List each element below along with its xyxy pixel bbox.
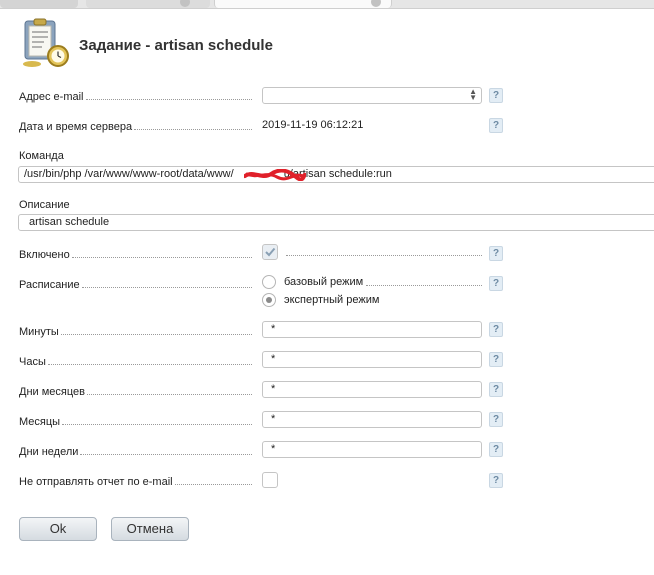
help-icon[interactable]: ? [489, 276, 503, 291]
tab-close-icon[interactable] [371, 0, 381, 7]
help-icon[interactable]: ? [489, 322, 503, 337]
spinner-arrows-icon[interactable]: ▲ ▼ [469, 88, 477, 102]
hours-input[interactable]: * [262, 351, 482, 368]
checkmark-icon [265, 247, 276, 257]
redaction-scribble [244, 169, 306, 181]
browser-tab-strip [0, 0, 654, 9]
help-icon[interactable]: ? [489, 473, 503, 488]
no-email-report-label: Не отправлять отчет по e-mail [19, 474, 252, 488]
help-icon[interactable]: ? [489, 382, 503, 397]
browser-tab[interactable] [0, 0, 78, 8]
divider [366, 285, 482, 286]
schedule-label: Расписание [19, 277, 252, 291]
command-value-start: /usr/bin/php /var/www/www-root/data/www/ [24, 168, 234, 180]
browser-tab-active[interactable] [214, 0, 392, 8]
description-input[interactable]: artisan schedule [18, 214, 654, 231]
week-days-value: * [271, 443, 276, 455]
month-days-value: * [271, 383, 276, 395]
cancel-button[interactable]: Отмена [111, 517, 189, 541]
week-days-input[interactable]: * [262, 441, 482, 458]
week-days-label: Дни недели [19, 444, 252, 458]
help-icon[interactable]: ? [489, 246, 503, 261]
schedule-expert-radio[interactable] [262, 293, 276, 307]
tab-close-icon[interactable] [180, 0, 190, 7]
minutes-value: * [271, 323, 276, 335]
email-select[interactable]: ▲ ▼ [262, 87, 482, 104]
hours-value: * [271, 353, 276, 365]
schedule-expert-label[interactable]: экспертный режим [284, 294, 379, 306]
no-email-report-checkbox[interactable] [262, 472, 278, 488]
command-input[interactable]: /usr/bin/php /var/www/www-root/data/www/… [18, 166, 654, 183]
schedule-basic-radio[interactable] [262, 275, 276, 289]
help-icon[interactable]: ? [489, 412, 503, 427]
month-days-input[interactable]: * [262, 381, 482, 398]
enabled-checkbox[interactable] [262, 244, 278, 260]
hours-label: Часы [19, 354, 252, 368]
help-icon[interactable]: ? [489, 442, 503, 457]
browser-tab[interactable] [86, 0, 210, 8]
ok-button[interactable]: Ok [19, 517, 97, 541]
minutes-input[interactable]: * [262, 321, 482, 338]
page-title: Задание - artisan schedule [79, 37, 273, 54]
server-time-value: 2019-11-19 06:12:21 [262, 119, 364, 131]
month-days-label: Дни месяцев [19, 384, 252, 398]
months-label: Месяцы [19, 414, 252, 428]
divider [286, 255, 482, 256]
help-icon[interactable]: ? [489, 88, 503, 103]
command-label: Команда [19, 150, 64, 162]
help-icon[interactable]: ? [489, 352, 503, 367]
description-label: Описание [19, 199, 70, 211]
months-input[interactable]: * [262, 411, 482, 428]
months-value: * [271, 413, 276, 425]
enabled-label: Включено [19, 247, 252, 261]
help-icon[interactable]: ? [489, 118, 503, 133]
description-value: artisan schedule [29, 216, 110, 228]
email-label: Адрес e-mail [19, 89, 252, 103]
server-time-label: Дата и время сервера [19, 119, 252, 133]
task-clipboard-clock-icon [23, 18, 69, 67]
schedule-basic-label[interactable]: базовый режим [284, 276, 363, 288]
minutes-label: Минуты [19, 324, 252, 338]
